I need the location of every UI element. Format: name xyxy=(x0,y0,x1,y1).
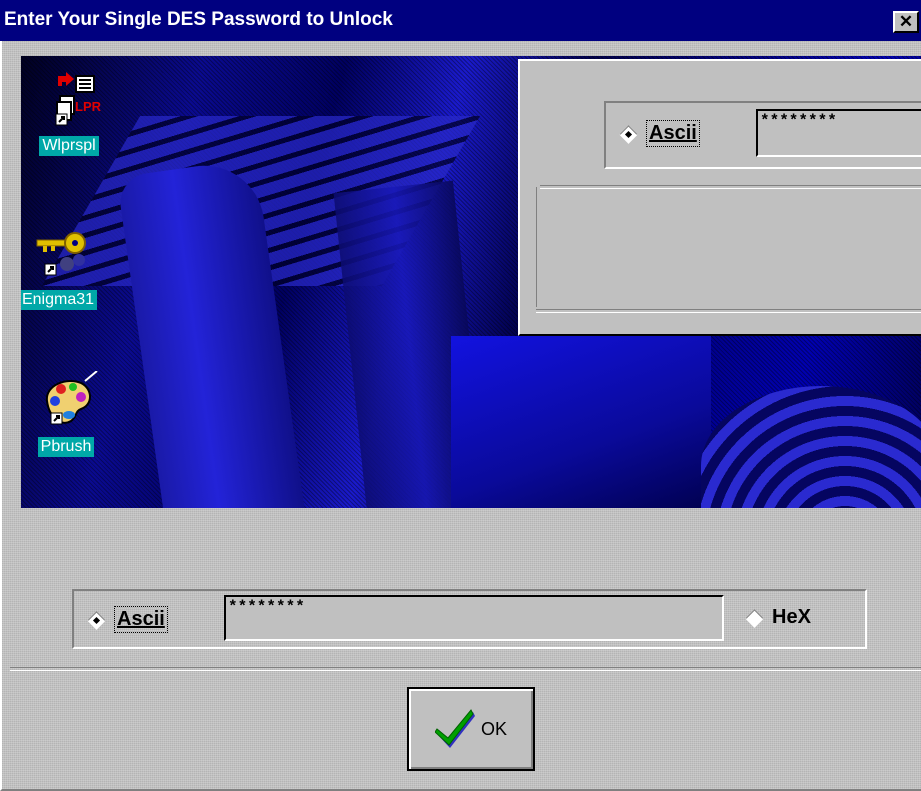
desktop-icon-label: Enigma31 xyxy=(21,290,98,310)
hex-label: HeX xyxy=(772,606,811,628)
radio-checked-icon xyxy=(88,612,104,628)
dialog-preview-panel: Ascii ******** xyxy=(518,59,921,336)
hex-radio[interactable]: HeX xyxy=(746,606,811,629)
desktop-icon-enigma31[interactable]: Enigma31 xyxy=(21,224,108,310)
wallpaper-coil xyxy=(701,386,921,508)
ascii-radio[interactable]: Ascii xyxy=(88,606,168,633)
title-bar[interactable]: Enter Your Single DES Password to Unlock… xyxy=(0,0,921,41)
preview-bottom-edge xyxy=(536,309,921,313)
ok-label: OK xyxy=(480,718,507,739)
window-title: Enter Your Single DES Password to Unlock xyxy=(4,9,393,30)
desktop-icon-wlprspl[interactable]: LPR Wlprspl xyxy=(21,70,119,156)
preview-password-row: Ascii ******** xyxy=(604,101,921,169)
button-separator xyxy=(10,667,921,671)
desktop-icon-pbrush[interactable]: Pbrush xyxy=(21,371,116,457)
svg-text:LPR: LPR xyxy=(75,99,102,114)
preview-ascii-label: Ascii xyxy=(649,122,697,144)
preview-ascii-radio[interactable]: Ascii xyxy=(620,120,700,147)
password-input[interactable]: ******** xyxy=(224,595,724,641)
ascii-label: Ascii xyxy=(117,608,165,630)
password-row: Ascii ******** HeX xyxy=(72,589,867,649)
checkmark-icon xyxy=(434,709,475,748)
desktop-icon-label: Wlprspl xyxy=(39,136,99,156)
preview-lower-area xyxy=(536,187,921,307)
desktop-icon-label: Pbrush xyxy=(37,437,95,457)
close-icon: ✕ xyxy=(898,12,914,31)
ok-button[interactable]: OK xyxy=(407,687,535,771)
radio-checked-icon xyxy=(620,126,636,142)
key-icon xyxy=(36,232,86,276)
preview-password-field[interactable]: ******** xyxy=(756,109,921,157)
printer-lpr-icon: LPR xyxy=(55,72,102,126)
paint-palette-icon xyxy=(45,371,98,425)
close-button[interactable]: ✕ xyxy=(893,11,919,33)
wallpaper-highlight xyxy=(451,336,711,508)
radio-unchecked-icon xyxy=(746,610,762,626)
